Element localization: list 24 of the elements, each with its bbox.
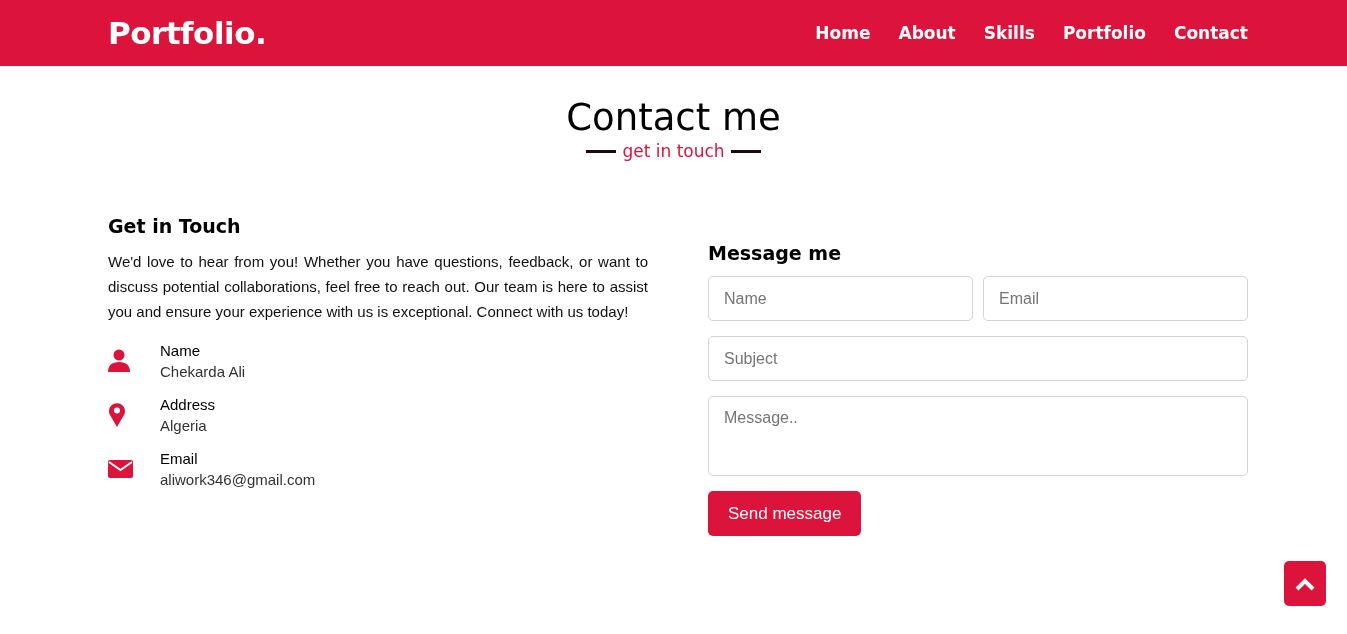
contact-label: Name <box>160 342 201 359</box>
section-title: Contact me <box>566 96 781 139</box>
message-field[interactable]: Message.. <box>708 396 1248 476</box>
nav-link[interactable]: About <box>898 23 956 43</box>
chevron-up-icon <box>1295 576 1315 591</box>
contact-label: Address <box>160 396 216 413</box>
contact-value: Algeria <box>160 417 208 434</box>
nav-link[interactable]: Skills <box>983 23 1035 43</box>
brand-logo[interactable]: Portfolio. <box>108 15 267 51</box>
nav-link[interactable]: Contact <box>1173 23 1248 43</box>
contact-value: aliwork346@gmail.com <box>160 471 316 488</box>
contact-label: Email <box>160 450 199 467</box>
subject-field[interactable]: Subject <box>708 336 1248 381</box>
name-field[interactable]: Name <box>708 276 973 321</box>
nav-link[interactable]: Portfolio <box>1062 23 1146 43</box>
info-paragraph: We'd love to hear from you! Whether you have questions, feedback, or want to discuss potential collaborations, feel free to reach out. Our team is here to assist you and ensure your experience with us is exceptional. Connect with us today! <box>108 252 648 322</box>
form-heading: Message me <box>708 242 843 264</box>
info-heading: Get in Touch <box>108 215 242 237</box>
contact-value: Chekarda Ali <box>160 363 246 380</box>
scroll-top-button[interactable] <box>1284 561 1326 606</box>
nav-link[interactable]: Home <box>815 23 871 43</box>
email-field[interactable]: Email <box>983 276 1248 321</box>
section-subtitle: get in touch <box>622 141 725 161</box>
send-button[interactable]: Send message <box>708 491 862 536</box>
